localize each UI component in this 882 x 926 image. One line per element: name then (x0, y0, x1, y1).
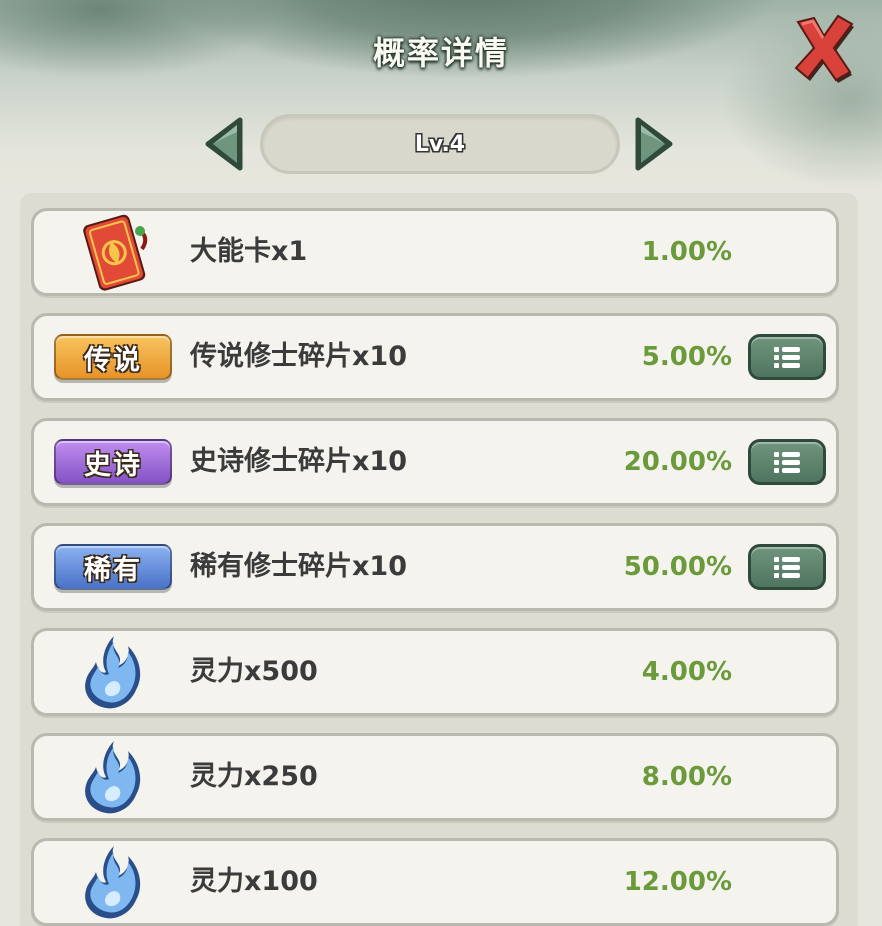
next-level-button[interactable] (634, 116, 674, 172)
list-item: 灵力x250 8.00% (31, 733, 839, 821)
previous-level-button[interactable] (204, 116, 244, 172)
item-name: 灵力x250 (190, 761, 318, 792)
list-item: 灵力x100 12.00% (31, 838, 839, 926)
item-name: 灵力x500 (190, 656, 318, 687)
list-item: 传说 传说修士碎片x10 5.00% (31, 313, 839, 401)
rare-badge: 稀有 (54, 544, 172, 590)
detail-list-button[interactable] (748, 544, 826, 590)
red-card-icon (83, 214, 148, 291)
blue-flame-icon (85, 636, 141, 709)
item-name: 大能卡x1 (190, 236, 308, 267)
item-probability: 1.00% (641, 237, 732, 267)
legend-badge: 传说 (54, 334, 172, 380)
list-item: 史诗 史诗修士碎片x10 20.00% (31, 418, 839, 506)
list-item: 灵力x500 4.00% (31, 628, 839, 716)
level-label: Lv.4 (414, 131, 466, 157)
item-name: 灵力x100 (190, 866, 318, 897)
list-item: 大能卡x1 1.00% (31, 208, 839, 296)
close-icon (794, 14, 854, 83)
arrow-right-icon (635, 117, 673, 171)
level-display: Lv.4 (260, 114, 620, 174)
item-probability: 8.00% (641, 762, 732, 792)
list-icon (774, 347, 800, 368)
item-name: 史诗修士碎片x10 (190, 446, 407, 477)
blue-flame-icon (85, 846, 141, 919)
list-icon (774, 452, 800, 473)
detail-list-button[interactable] (748, 334, 826, 380)
item-probability: 20.00% (623, 447, 732, 477)
page-title: 概率详情 (372, 34, 509, 72)
item-name: 传说修士碎片x10 (190, 341, 407, 372)
list-icon (774, 557, 800, 578)
item-probability: 50.00% (623, 552, 732, 582)
item-name: 稀有修士碎片x10 (190, 551, 407, 582)
item-probability: 12.00% (623, 867, 732, 897)
item-probability: 4.00% (641, 657, 732, 687)
close-button[interactable] (792, 12, 856, 84)
epic-badge: 史诗 (54, 439, 172, 485)
arrow-left-icon (205, 117, 243, 171)
list-item: 稀有 稀有修士碎片x10 50.00% (31, 523, 839, 611)
item-probability: 5.00% (641, 342, 732, 372)
blue-flame-icon (85, 741, 141, 814)
detail-list-button[interactable] (748, 439, 826, 485)
